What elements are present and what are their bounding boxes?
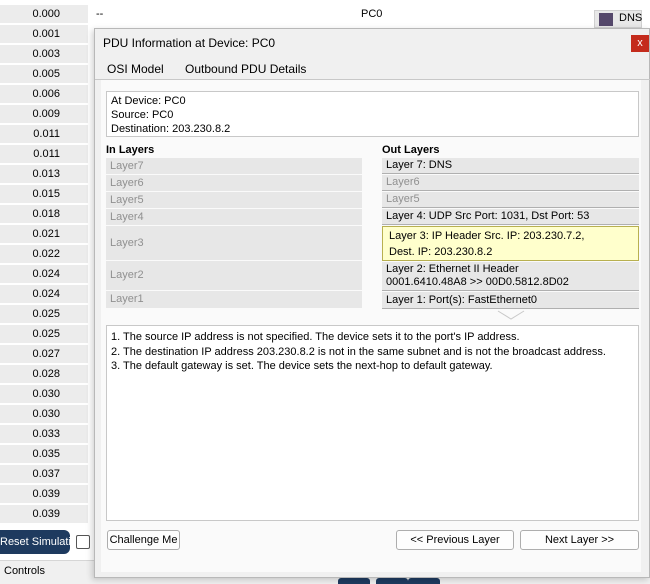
event-time: 0.015 xyxy=(0,185,88,204)
event-time: 0.009 xyxy=(0,105,88,124)
event-time: 0.037 xyxy=(0,465,88,484)
event-row[interactable]: 0.000 -- PC0 DNS xyxy=(0,5,650,28)
event-time: 0.001 xyxy=(0,25,88,44)
out-layer-6-label: Layer6 xyxy=(386,176,420,188)
out-layer-3-label: Layer 3: IP Header Src. IP: 203.230.7.2, xyxy=(389,230,585,242)
event-time: 0.022 xyxy=(0,245,88,264)
out-layer-7-label: Layer 7: DNS xyxy=(386,159,453,171)
pdu-info-dialog: PDU Information at Device: PC0 x OSI Mod… xyxy=(94,28,650,578)
out-layer-5-label: Layer5 xyxy=(386,193,420,205)
constant-delay-checkbox[interactable] xyxy=(76,535,90,549)
event-time: 0.033 xyxy=(0,425,88,444)
play-control-button[interactable] xyxy=(338,578,370,584)
close-button[interactable]: x xyxy=(631,35,649,52)
in-layer-7[interactable]: Layer7 xyxy=(106,158,362,174)
event-time: 0.024 xyxy=(0,265,88,284)
down-arrow-icon xyxy=(497,310,525,320)
controls-label: Controls xyxy=(4,565,45,577)
out-layer-2[interactable]: Layer 2: Ethernet II Header 0001.6410.48… xyxy=(382,262,639,291)
event-time: 0.011 xyxy=(0,145,88,164)
in-layer-3[interactable]: Layer3 xyxy=(106,226,362,260)
event-type-label: DNS xyxy=(619,12,643,24)
out-layer-6[interactable]: Layer6 xyxy=(382,175,639,191)
event-time: 0.039 xyxy=(0,485,88,504)
event-last-device: -- xyxy=(96,8,104,20)
description-line: 2. The destination IP address 203.230.8.… xyxy=(111,345,606,358)
in-layer-4[interactable]: Layer4 xyxy=(106,209,362,225)
device-info-box: At Device: PC0 Source: PC0 Destination: … xyxy=(106,91,639,137)
event-time: 0.030 xyxy=(0,385,88,404)
description-line: 1. The source IP address is not specifie… xyxy=(111,331,520,343)
out-layer-4[interactable]: Layer 4: UDP Src Port: 1031, Dst Port: 5… xyxy=(382,209,639,225)
event-time: 0.011 xyxy=(0,125,88,144)
in-layer-1[interactable]: Layer1 xyxy=(106,291,362,308)
tab-outbound-pdu-details[interactable]: Outbound PDU Details xyxy=(179,62,331,80)
event-time: 0.035 xyxy=(0,445,88,464)
in-layers-heading: In Layers xyxy=(106,144,155,156)
challenge-me-button[interactable]: Challenge Me xyxy=(107,530,180,550)
event-time: 0.006 xyxy=(0,85,88,104)
event-time: 0.018 xyxy=(0,205,88,224)
in-layer-5[interactable]: Layer5 xyxy=(106,192,362,208)
out-layer-1-label: Layer 1: Port(s): FastEthernet0 xyxy=(386,294,538,306)
destination-text: Destination: 203.230.8.2 xyxy=(111,123,231,135)
event-time: 0.030 xyxy=(0,405,88,424)
previous-layer-button[interactable]: << Previous Layer xyxy=(396,530,514,550)
out-layer-7[interactable]: Layer 7: DNS xyxy=(382,158,639,174)
event-time: 0.013 xyxy=(0,165,88,184)
in-layer-6[interactable]: Layer6 xyxy=(106,175,362,191)
reset-simulation-button[interactable]: Reset Simulation xyxy=(0,530,70,554)
event-at-device: PC0 xyxy=(361,8,383,20)
out-layer-2-detail: 0001.6410.48A8 >> 00D0.5812.8D02 xyxy=(386,276,569,288)
event-time: 0.027 xyxy=(0,345,88,364)
at-device-text: At Device: PC0 xyxy=(111,95,186,107)
out-layer-3-detail: Dest. IP: 203.230.8.2 xyxy=(389,246,493,258)
source-text: Source: PC0 xyxy=(111,109,174,121)
event-time: 0.005 xyxy=(0,65,88,84)
out-layers-heading: Out Layers xyxy=(382,144,440,156)
event-time: 0.003 xyxy=(0,45,88,64)
event-time: 0.028 xyxy=(0,365,88,384)
play-control-button[interactable] xyxy=(408,578,440,584)
event-time: 0.021 xyxy=(0,225,88,244)
event-time: 0.025 xyxy=(0,325,88,344)
layer-description-box: 1. The source IP address is not specifie… xyxy=(106,325,639,521)
next-layer-button[interactable]: Next Layer >> xyxy=(520,530,639,550)
play-control-button[interactable] xyxy=(376,578,408,584)
event-time: 0.025 xyxy=(0,305,88,324)
out-layer-3[interactable]: Layer 3: IP Header Src. IP: 203.230.7.2,… xyxy=(382,226,639,261)
dialog-title: PDU Information at Device: PC0 xyxy=(103,36,276,50)
out-layer-5[interactable]: Layer5 xyxy=(382,192,639,208)
out-layer-4-label: Layer 4: UDP Src Port: 1031, Dst Port: 5… xyxy=(386,210,590,222)
description-line: 3. The default gateway is set. The devic… xyxy=(111,360,493,372)
in-layer-2[interactable]: Layer2 xyxy=(106,261,362,290)
event-time: 0.039 xyxy=(0,505,88,524)
out-layer-2-label: Layer 2: Ethernet II Header xyxy=(386,263,519,275)
out-layer-1[interactable]: Layer 1: Port(s): FastEthernet0 xyxy=(382,292,639,309)
event-time: 0.024 xyxy=(0,285,88,304)
event-time: 0.000 xyxy=(0,5,88,24)
